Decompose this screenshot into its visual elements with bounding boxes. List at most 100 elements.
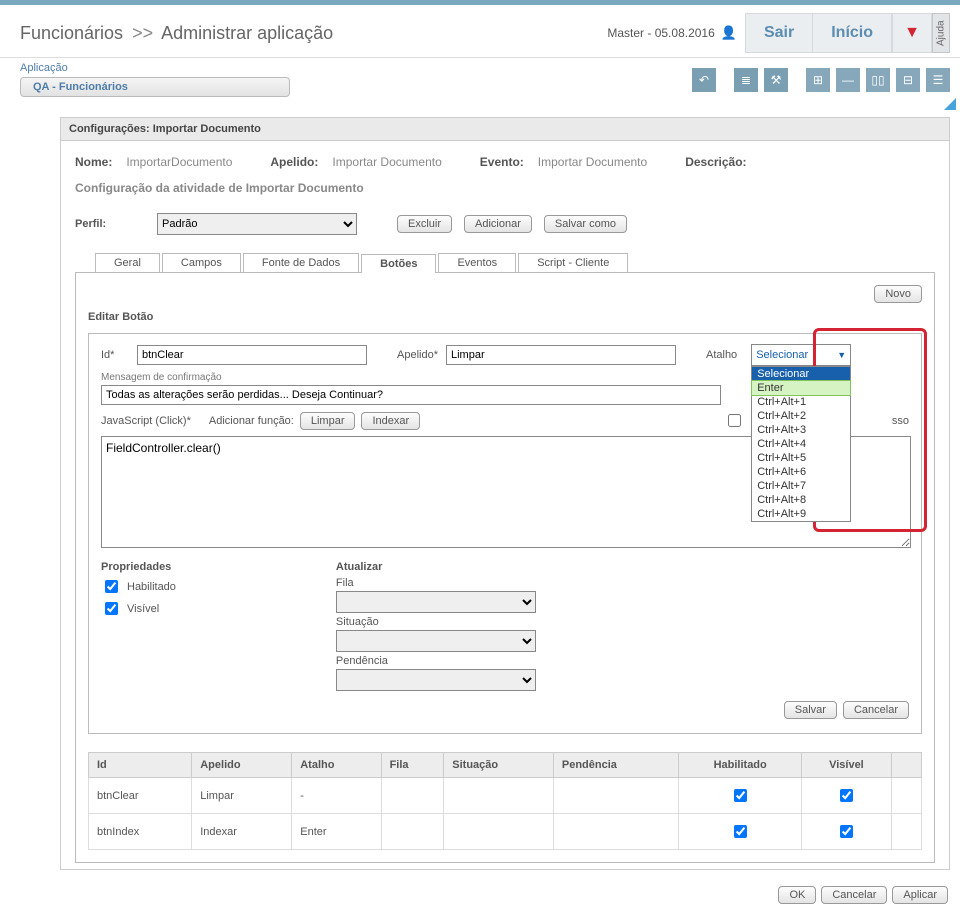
fila-label: Fila	[336, 577, 536, 589]
atalho-option[interactable]: Ctrl+Alt+3	[752, 423, 850, 437]
table-row[interactable]: btnIndex Indexar Enter	[89, 814, 922, 850]
home-button[interactable]: Início	[813, 13, 892, 53]
tab-bar: Geral Campos Fonte de Dados Botões Event…	[95, 253, 935, 272]
page-title: Funcionários >> Administrar aplicação	[20, 23, 333, 44]
col-habilitado: Habilitado	[679, 753, 801, 778]
func-indexar-button[interactable]: Indexar	[361, 412, 420, 430]
row-habilitado-checkbox[interactable]	[734, 789, 747, 802]
col-situacao: Situação	[444, 753, 554, 778]
cancelar-button[interactable]: Cancelar	[843, 701, 909, 719]
exibir-suffix: sso	[892, 415, 909, 427]
page-label: Administrar aplicação	[161, 23, 333, 43]
tab-pane-botoes: Novo Editar Botão Id* Apelido* Atalho Se…	[75, 272, 935, 863]
atalho-option[interactable]: Ctrl+Alt+5	[752, 451, 850, 465]
col-id: Id	[89, 753, 192, 778]
aplicar-button[interactable]: Aplicar	[892, 886, 948, 904]
dropdown-toggle[interactable]: ▼	[892, 13, 932, 53]
excluir-button[interactable]: Excluir	[397, 215, 452, 233]
row-habilitado-checkbox[interactable]	[734, 825, 747, 838]
nome-label: Nome:	[75, 155, 112, 169]
description-text: Configuração da atividade de Importar Do…	[75, 181, 935, 195]
col-apelido: Apelido	[192, 753, 292, 778]
evento-value: Importar Documento	[538, 155, 647, 169]
cancelar-footer-button[interactable]: Cancelar	[821, 886, 887, 904]
tab-geral[interactable]: Geral	[95, 253, 160, 272]
col-atalho: Atalho	[292, 753, 381, 778]
atalho-option[interactable]: Ctrl+Alt+8	[752, 493, 850, 507]
config-panel: Configurações: Importar Documento Nome: …	[60, 117, 950, 870]
id-label: Id*	[101, 349, 129, 361]
atalho-option[interactable]: Ctrl+Alt+7	[752, 479, 850, 493]
expand-corner-icon[interactable]	[944, 98, 956, 110]
salvar-button[interactable]: Salvar	[784, 701, 837, 719]
nome-value: ImportarDocumento	[126, 155, 232, 169]
tab-campos[interactable]: Campos	[162, 253, 241, 272]
editar-botao-title: Editar Botão	[88, 311, 922, 323]
footer-buttons: OK Cancelar Aplicar	[0, 876, 960, 914]
tab-script-cliente[interactable]: Script - Cliente	[518, 253, 628, 272]
panel-title: Configurações: Importar Documento	[61, 118, 949, 141]
list-icon[interactable]: ≣	[734, 68, 758, 92]
id-input[interactable]	[137, 345, 367, 365]
tab-eventos[interactable]: Eventos	[438, 253, 516, 272]
grid-icon[interactable]: ⊞	[806, 68, 830, 92]
application-label: Aplicação	[20, 62, 290, 74]
col-pendencia: Pendência	[553, 753, 679, 778]
atalho-select[interactable]: Selecionar ▼ SelecionarEnterCtrl+Alt+1Ct…	[751, 344, 851, 366]
visivel-checkbox[interactable]	[105, 602, 118, 615]
habilitado-label: Habilitado	[127, 581, 176, 593]
tab-botoes[interactable]: Botões	[361, 254, 436, 273]
perfil-select[interactable]: Padrão	[157, 213, 357, 235]
ok-button[interactable]: OK	[778, 886, 816, 904]
apelido-input[interactable]	[446, 345, 676, 365]
exibir-checkbox[interactable]	[728, 414, 741, 427]
pendencia-select[interactable]	[336, 669, 536, 691]
edit-button-form: Id* Apelido* Atalho Selecionar ▼ Selecio…	[88, 333, 922, 734]
undo-icon[interactable]: ↶	[692, 68, 716, 92]
atalho-option[interactable]: Ctrl+Alt+1	[752, 395, 850, 409]
header: Funcionários >> Administrar aplicação Ma…	[0, 5, 960, 57]
user-icon: 👤	[721, 25, 737, 41]
adicionar-button[interactable]: Adicionar	[464, 215, 532, 233]
col-fila: Fila	[381, 753, 444, 778]
settings-icon[interactable]: ⚒	[764, 68, 788, 92]
tab-fonte-dados[interactable]: Fonte de Dados	[243, 253, 359, 272]
table-row[interactable]: btnClear Limpar -	[89, 778, 922, 814]
evento-label: Evento:	[480, 155, 524, 169]
logout-button[interactable]: Sair	[745, 13, 813, 53]
col-visivel: Visível	[801, 753, 891, 778]
atalho-option[interactable]: Ctrl+Alt+4	[752, 437, 850, 451]
visivel-label: Visível	[127, 603, 159, 615]
fila-select[interactable]	[336, 591, 536, 613]
columns-icon[interactable]: ▯▯	[866, 68, 890, 92]
help-tab[interactable]: Ajuda	[932, 13, 950, 53]
situacao-select[interactable]	[336, 630, 536, 652]
perfil-label: Perfil:	[75, 218, 145, 230]
atalho-option[interactable]: Ctrl+Alt+9	[752, 507, 850, 521]
atalho-label: Atalho	[706, 349, 737, 361]
msg-confirm-input[interactable]	[101, 385, 721, 405]
user-info: Master - 05.08.2016 👤	[607, 25, 737, 41]
apelido-value: Importar Documento	[332, 155, 441, 169]
row-visivel-checkbox[interactable]	[840, 789, 853, 802]
apelido-label: Apelido:	[270, 155, 318, 169]
bars-icon[interactable]: ☰	[926, 68, 950, 92]
dash-icon[interactable]: ―	[836, 68, 860, 92]
salvar-como-button[interactable]: Salvar como	[544, 215, 627, 233]
sub-toolbar: Aplicação QA - Funcionários ↶ ≣ ⚒ ⊞ ― ▯▯…	[0, 57, 960, 97]
apelido-field-label: Apelido*	[397, 349, 438, 361]
novo-button[interactable]: Novo	[874, 285, 922, 303]
atalho-option[interactable]: Enter	[751, 380, 851, 396]
atalho-option[interactable]: Ctrl+Alt+2	[752, 409, 850, 423]
atalho-option[interactable]: Ctrl+Alt+6	[752, 465, 850, 479]
atalho-option[interactable]: Selecionar	[752, 367, 850, 381]
app-label: Funcionários	[20, 23, 123, 43]
breadcrumb-sep: >>	[132, 23, 153, 43]
js-click-label: JavaScript (Click)*	[101, 415, 191, 427]
func-limpar-button[interactable]: Limpar	[300, 412, 356, 430]
application-selector[interactable]: QA - Funcionários	[20, 77, 290, 97]
descricao-label: Descrição:	[685, 155, 746, 169]
row-visivel-checkbox[interactable]	[840, 825, 853, 838]
habilitado-checkbox[interactable]	[105, 580, 118, 593]
tree-icon[interactable]: ⊟	[896, 68, 920, 92]
